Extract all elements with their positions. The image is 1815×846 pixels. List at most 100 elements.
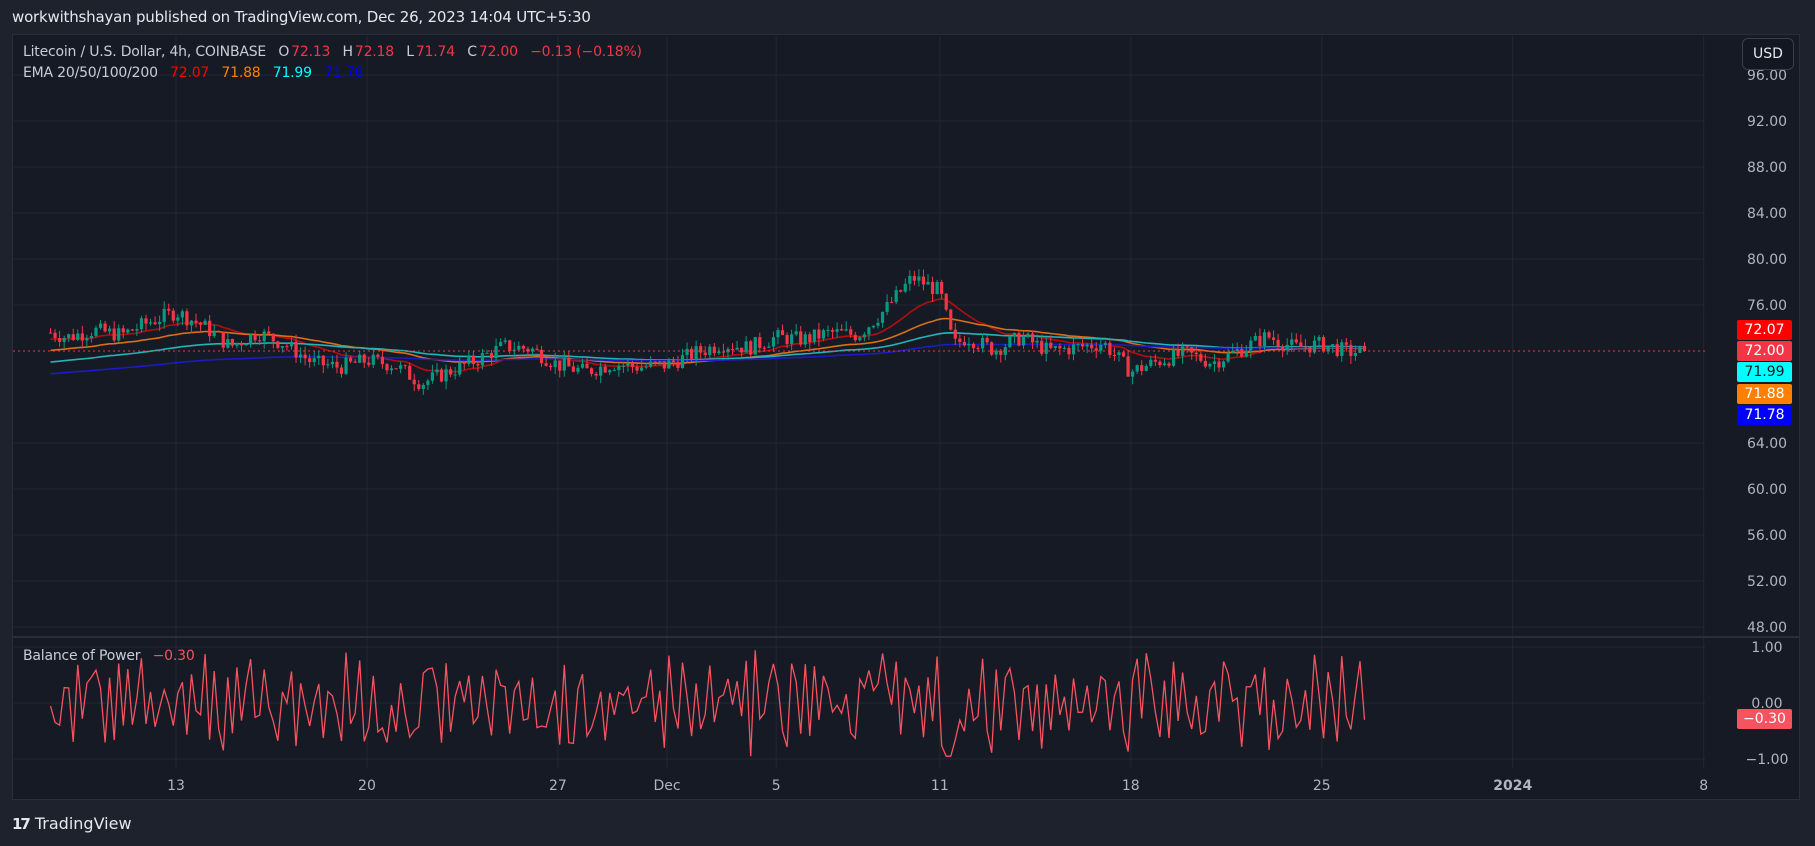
candle-body — [1108, 342, 1112, 355]
candle — [1258, 328, 1262, 354]
candle-body — [321, 355, 325, 366]
candle — [208, 315, 212, 342]
candle-body — [476, 363, 480, 366]
candle — [794, 324, 798, 337]
time-tick-label: 27 — [549, 778, 567, 794]
candle-body — [126, 329, 130, 333]
candle-body — [430, 372, 435, 381]
candle — [485, 349, 489, 354]
candle — [285, 343, 289, 351]
candle-body — [385, 364, 389, 371]
candle-body — [89, 335, 94, 339]
candle-body — [635, 366, 639, 371]
candle — [62, 335, 66, 349]
candle — [1121, 350, 1126, 358]
candle — [958, 334, 962, 348]
candle — [776, 327, 780, 345]
price-tick-label: 96.00 — [1747, 68, 1787, 84]
candle — [758, 332, 762, 353]
tradingview-logo[interactable]: 17 TradingView — [12, 814, 132, 833]
candle-body — [571, 366, 575, 372]
candle-body — [762, 347, 766, 349]
candle-body — [994, 350, 998, 355]
candle — [1131, 369, 1135, 385]
currency-button[interactable]: USD — [1742, 38, 1794, 70]
candle-body — [399, 365, 403, 369]
candle — [1190, 346, 1194, 360]
candle — [1126, 350, 1130, 377]
candle — [853, 331, 857, 343]
candle — [144, 314, 148, 331]
candle-body — [226, 339, 230, 348]
candle-body — [285, 346, 289, 348]
candle — [362, 353, 366, 368]
candle-body — [517, 345, 521, 350]
candle-body — [771, 337, 776, 347]
candle — [426, 378, 430, 390]
candle — [594, 371, 598, 380]
candle-body — [799, 331, 803, 345]
candle-body — [758, 337, 762, 348]
candle — [799, 325, 803, 347]
candle-body — [844, 329, 848, 331]
candle-body — [1117, 352, 1121, 355]
candle — [1112, 347, 1117, 361]
candle — [703, 346, 707, 360]
candle-body — [294, 341, 298, 358]
candle — [985, 335, 989, 345]
last-price-label: 72.00 — [1737, 341, 1792, 361]
ema-legend: EMA 20/50/100/200 72.07 71.88 71.99 71.7… — [23, 65, 365, 81]
candle-body — [94, 327, 98, 336]
candle-body — [740, 347, 744, 353]
candle — [1208, 362, 1212, 370]
candle-body — [458, 362, 462, 375]
candle-body — [553, 360, 557, 368]
candle — [189, 319, 194, 334]
candle-body — [339, 367, 344, 374]
candle-body — [1135, 365, 1139, 372]
candle-body — [176, 317, 180, 321]
ema100-price-label: 71.99 — [1737, 362, 1792, 382]
candle-body — [1208, 363, 1212, 367]
candle — [98, 319, 103, 330]
candle — [1285, 338, 1289, 355]
chart-canvas[interactable]: 96.00 92.00 88.00 84.00 80.00 76.00 64.00 60.00… — [0, 0, 1815, 846]
candle-body — [1340, 342, 1344, 356]
candle — [471, 351, 475, 369]
candle — [326, 358, 330, 369]
candle-body — [562, 358, 566, 371]
candle — [444, 364, 448, 390]
candle-body — [721, 351, 726, 353]
candle — [130, 328, 134, 332]
candle-body — [180, 311, 184, 318]
candle — [990, 341, 994, 357]
candle — [953, 323, 957, 346]
candle-body — [421, 384, 425, 389]
candle-body — [1276, 339, 1280, 347]
candle — [317, 350, 321, 365]
candle — [885, 294, 889, 316]
candle — [508, 339, 512, 354]
candle — [235, 342, 239, 349]
candle-body — [348, 357, 353, 362]
candle-body — [194, 320, 198, 323]
candle-body — [917, 276, 921, 281]
candle-body — [1203, 360, 1207, 367]
candle — [830, 327, 835, 339]
candle — [1008, 334, 1012, 349]
candle — [376, 353, 380, 360]
candle-body — [585, 363, 589, 369]
candle-body — [499, 341, 503, 346]
candle-body — [617, 365, 621, 371]
candle — [117, 324, 121, 343]
candle — [112, 321, 116, 343]
candle-body — [890, 301, 894, 303]
candle — [1253, 332, 1257, 342]
candle-body — [685, 348, 689, 356]
candle — [185, 308, 189, 331]
candle-body — [85, 338, 89, 341]
candle-body — [549, 365, 553, 368]
candle-body — [344, 357, 348, 374]
candle — [749, 339, 753, 357]
candle-body — [1199, 354, 1203, 361]
